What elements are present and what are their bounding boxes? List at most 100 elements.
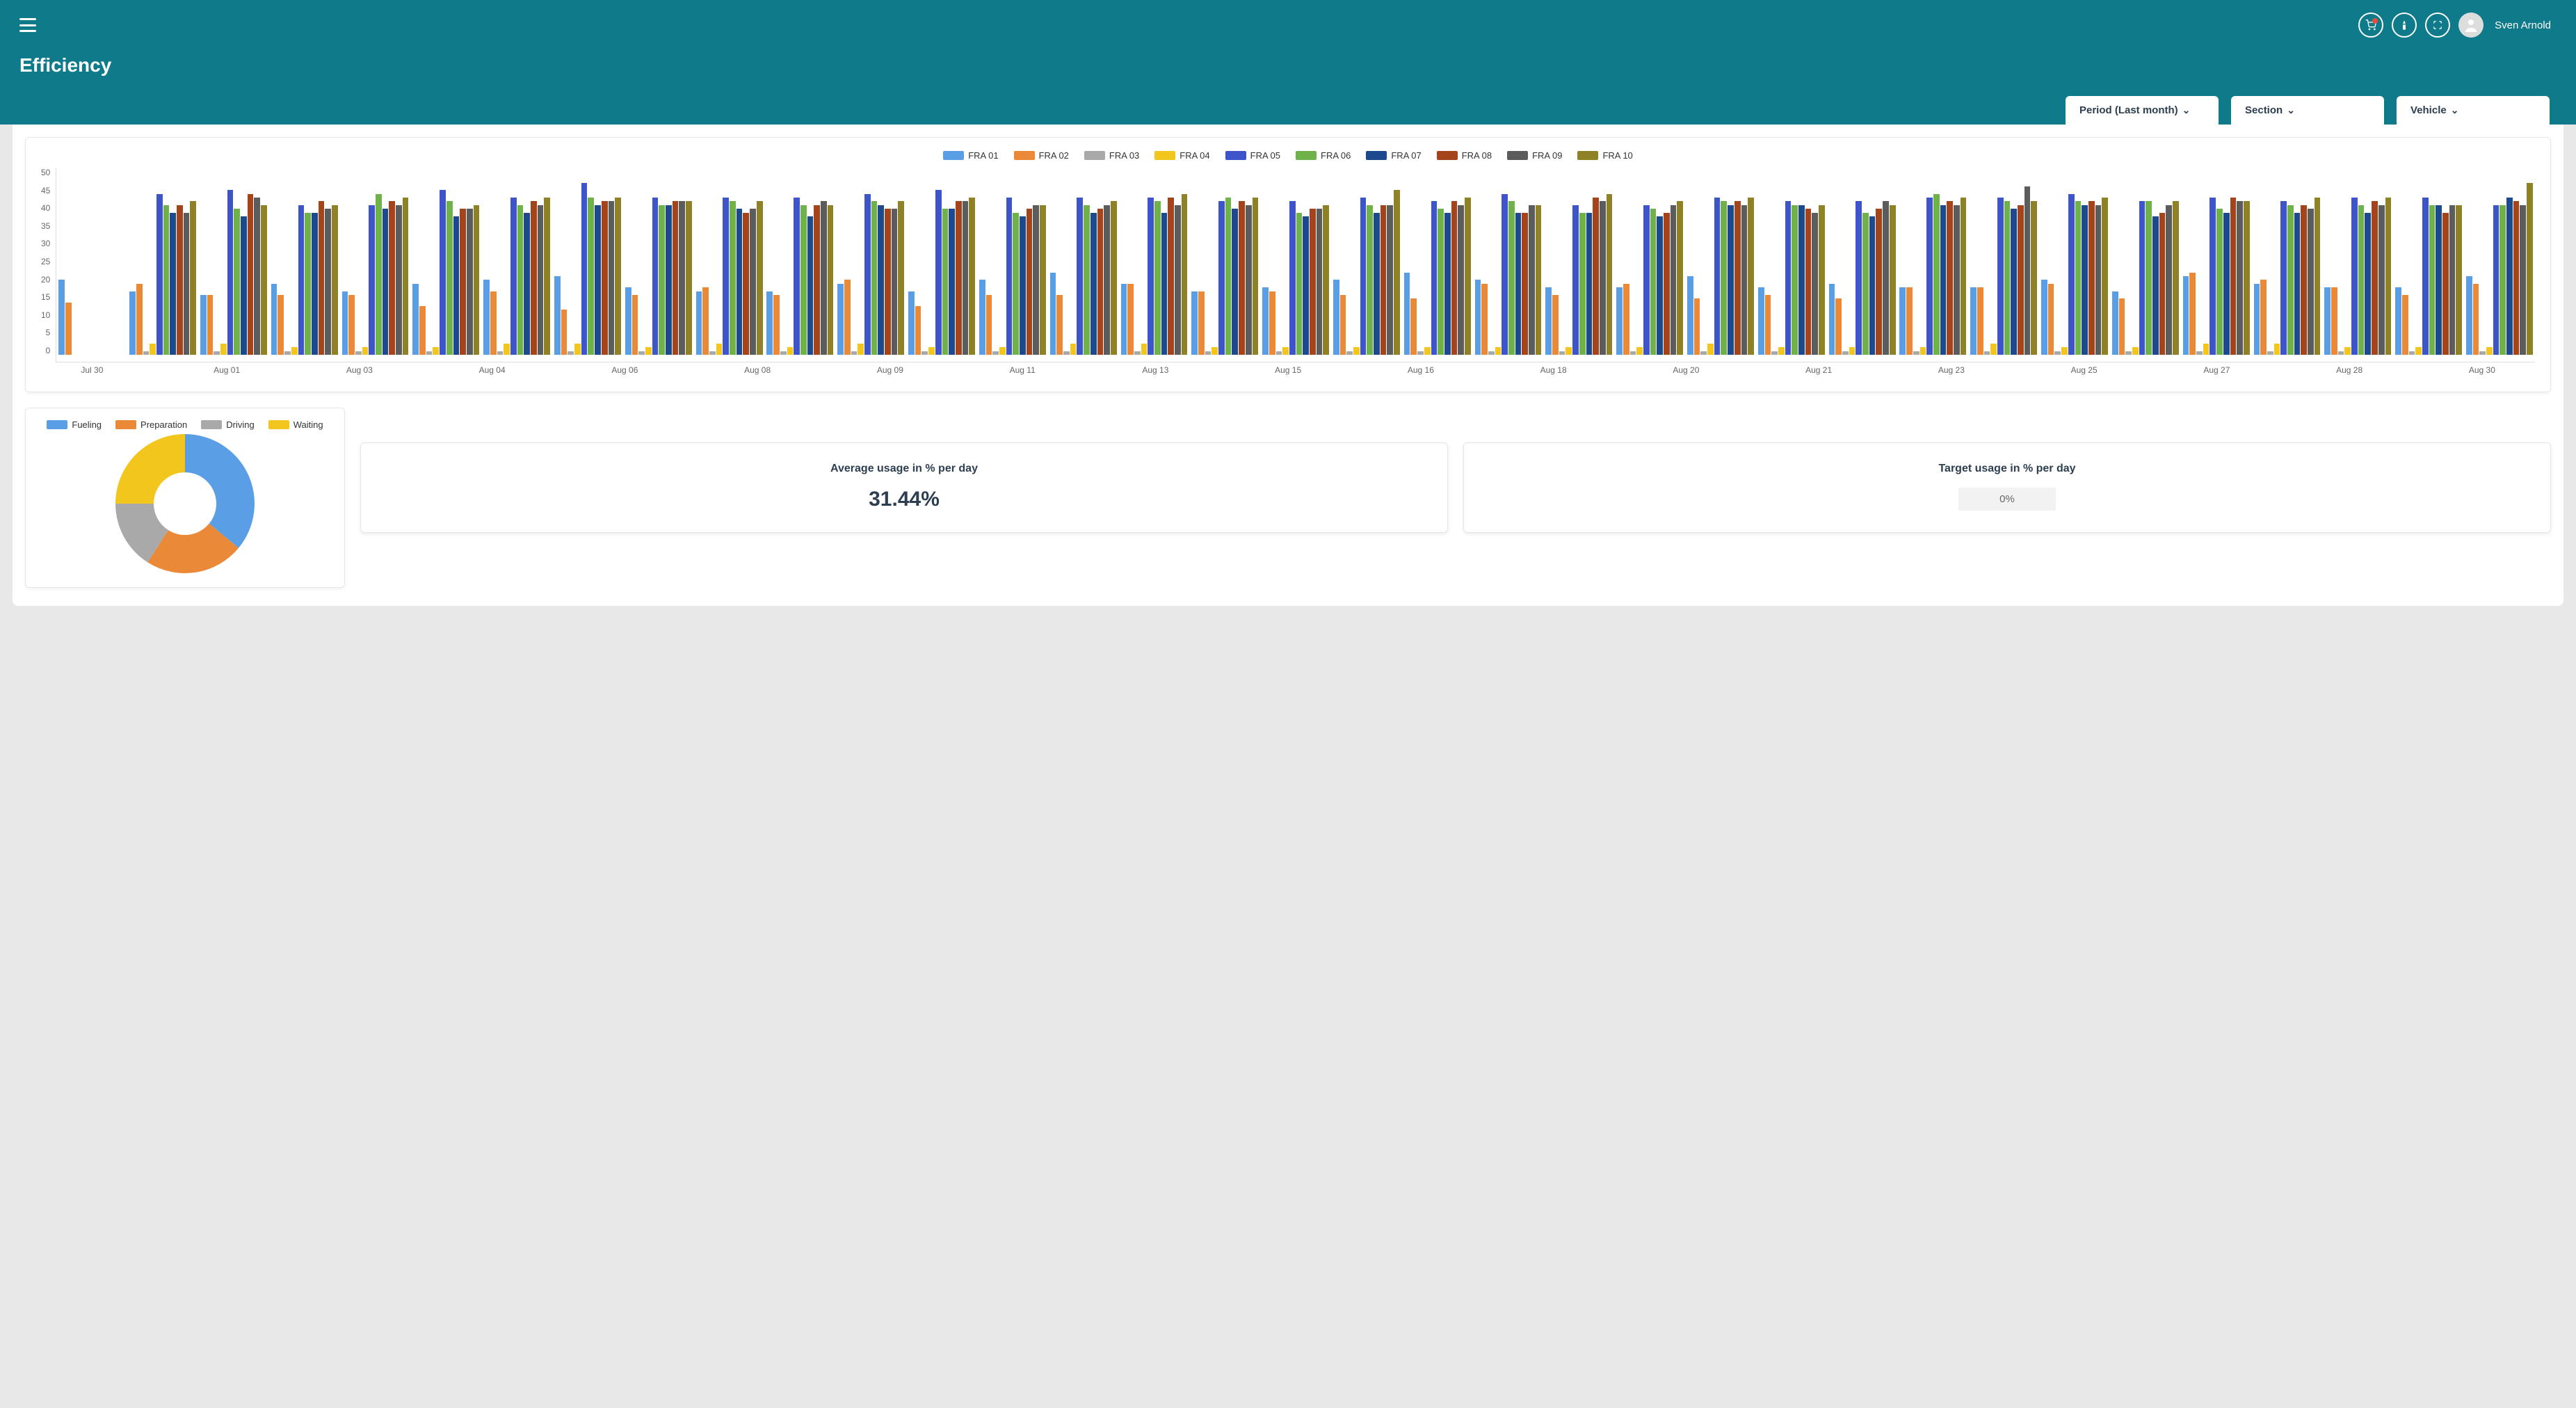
bar[interactable] (453, 216, 460, 355)
bar[interactable] (248, 194, 254, 355)
bar[interactable] (1677, 201, 1683, 355)
bar[interactable] (305, 213, 311, 355)
bar[interactable] (2479, 351, 2486, 355)
bar[interactable] (184, 213, 190, 355)
bar[interactable] (1559, 351, 1565, 355)
bar[interactable] (1360, 198, 1367, 355)
bar[interactable] (892, 209, 898, 355)
bar[interactable] (544, 198, 550, 355)
bar[interactable] (1586, 213, 1593, 355)
bar[interactable] (1232, 209, 1238, 355)
bar[interactable] (241, 216, 247, 355)
bar[interactable] (1835, 298, 1842, 355)
bar[interactable] (858, 344, 864, 355)
fullscreen-icon[interactable] (2425, 13, 2450, 38)
bar[interactable] (1475, 280, 1481, 355)
legend-item[interactable]: Driving (201, 419, 254, 430)
bar[interactable] (567, 351, 574, 355)
pie-slice[interactable] (185, 434, 255, 548)
bar[interactable] (1984, 351, 1990, 355)
bar[interactable] (723, 198, 729, 355)
bar[interactable] (2088, 201, 2095, 355)
bar[interactable] (2011, 209, 2017, 355)
bar[interactable] (490, 291, 497, 355)
bar[interactable] (2372, 201, 2378, 355)
bar[interactable] (383, 209, 389, 355)
bar[interactable] (581, 183, 588, 355)
bar[interactable] (2351, 198, 2358, 355)
bar[interactable] (163, 205, 170, 355)
bar[interactable] (1933, 194, 1940, 355)
bar[interactable] (200, 295, 207, 355)
bar[interactable] (766, 291, 773, 355)
bar[interactable] (446, 201, 453, 355)
bar[interactable] (609, 201, 615, 355)
bar[interactable] (2301, 205, 2307, 355)
bar[interactable] (1317, 209, 1323, 355)
bar[interactable] (1687, 276, 1693, 355)
bar[interactable] (190, 201, 196, 355)
bar[interactable] (1529, 205, 1535, 355)
bar[interactable] (1121, 284, 1127, 355)
bar[interactable] (673, 201, 679, 355)
bar[interactable] (1239, 201, 1245, 355)
bar[interactable] (1481, 284, 1488, 355)
bar[interactable] (921, 351, 928, 355)
bar[interactable] (2260, 280, 2267, 355)
bar[interactable] (1269, 291, 1275, 355)
bar[interactable] (2378, 205, 2385, 355)
bar[interactable] (1849, 347, 1855, 355)
bar[interactable] (1127, 284, 1134, 355)
bar[interactable] (1148, 198, 1154, 355)
bar[interactable] (2075, 201, 2082, 355)
bar[interactable] (1104, 205, 1110, 355)
bar[interactable] (2436, 205, 2442, 355)
bar[interactable] (1211, 347, 1218, 355)
bar[interactable] (474, 205, 480, 355)
cart-icon[interactable] (2358, 13, 2383, 38)
bar[interactable] (1565, 347, 1572, 355)
bar[interactable] (1289, 201, 1296, 355)
bar[interactable] (1276, 351, 1282, 355)
bar[interactable] (1734, 201, 1741, 355)
bar[interactable] (1182, 194, 1188, 355)
bar[interactable] (602, 201, 608, 355)
bar[interactable] (389, 201, 395, 355)
bar[interactable] (1771, 351, 1778, 355)
bar[interactable] (1593, 198, 1599, 355)
bar[interactable] (1154, 201, 1161, 355)
target-usage-input[interactable]: 0% (1958, 488, 2056, 511)
bar[interactable] (1410, 298, 1417, 355)
bar[interactable] (214, 351, 220, 355)
bar[interactable] (956, 201, 962, 355)
bar[interactable] (963, 201, 969, 355)
bar[interactable] (1303, 216, 1309, 355)
bar[interactable] (638, 351, 645, 355)
bar[interactable] (679, 201, 685, 355)
bar[interactable] (1282, 347, 1289, 355)
bar[interactable] (2280, 201, 2287, 355)
bar[interactable] (554, 276, 561, 355)
bar[interactable] (908, 291, 915, 355)
bar[interactable] (574, 344, 581, 355)
bar[interactable] (652, 198, 659, 355)
bar[interactable] (1020, 216, 1026, 355)
bar[interactable] (2274, 344, 2280, 355)
user-name[interactable]: Sven Arnold (2495, 19, 2551, 31)
bar[interactable] (531, 201, 537, 355)
bar[interactable] (1050, 273, 1056, 355)
bar[interactable] (433, 347, 439, 355)
bar[interactable] (1077, 198, 1083, 355)
bar[interactable] (2473, 284, 2479, 355)
bar[interactable] (460, 209, 466, 355)
bar[interactable] (1056, 295, 1063, 355)
bar[interactable] (1006, 198, 1013, 355)
bar[interactable] (851, 351, 858, 355)
legend-item[interactable]: Preparation (115, 419, 187, 430)
bar[interactable] (1970, 287, 1977, 355)
bar[interactable] (1536, 205, 1542, 355)
bar[interactable] (1636, 347, 1643, 355)
bar[interactable] (1792, 205, 1798, 355)
bar[interactable] (666, 205, 672, 355)
bar[interactable] (2402, 295, 2408, 355)
